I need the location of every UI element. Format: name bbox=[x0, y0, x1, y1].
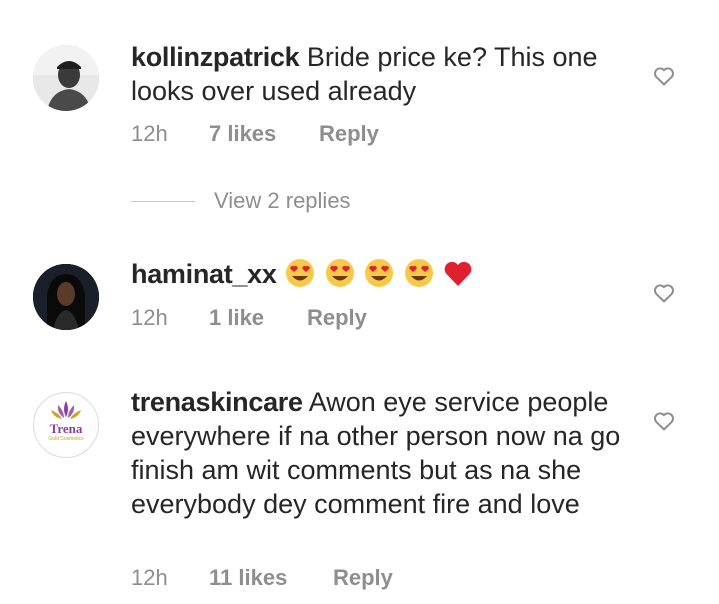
comment-emoji bbox=[284, 259, 474, 289]
replies-divider bbox=[131, 201, 195, 202]
comment-likes[interactable]: 11 likes bbox=[209, 565, 287, 591]
comment-time: 12h bbox=[131, 121, 168, 146]
comment-username[interactable]: kollinzpatrick bbox=[131, 42, 300, 72]
like-heart-icon[interactable] bbox=[652, 409, 676, 433]
like-heart-icon[interactable] bbox=[652, 64, 676, 88]
avatar[interactable] bbox=[33, 45, 99, 111]
comment-username[interactable]: haminat_xx bbox=[131, 259, 277, 289]
smiling-face-with-heart-eyes-icon bbox=[286, 259, 315, 287]
view-replies-button[interactable]: View 2 replies bbox=[214, 188, 351, 214]
smiling-face-with-heart-eyes-icon bbox=[325, 259, 354, 287]
comment-time: 12h bbox=[131, 305, 168, 330]
smiling-face-with-heart-eyes-icon bbox=[365, 259, 394, 287]
comment-likes[interactable]: 1 like bbox=[209, 305, 264, 331]
logo-text: Trena bbox=[50, 421, 83, 436]
logo-subtext: Gold Cosmetics bbox=[48, 436, 84, 442]
brand-logo: Trena Gold Cosmetics bbox=[48, 401, 84, 442]
reply-button[interactable]: Reply bbox=[333, 565, 393, 591]
comment-time: 12h bbox=[131, 565, 168, 590]
like-heart-icon[interactable] bbox=[652, 281, 676, 305]
avatar[interactable]: Trena Gold Cosmetics bbox=[33, 392, 99, 458]
view-replies-row[interactable]: View 2 replies bbox=[131, 188, 531, 218]
avatar-photo bbox=[33, 264, 99, 330]
comment-body: trenaskincare Awon eye service people ev… bbox=[131, 385, 631, 521]
smiling-face-with-heart-eyes-icon bbox=[404, 259, 433, 287]
comment-likes[interactable]: 7 likes bbox=[209, 121, 276, 147]
reply-button[interactable]: Reply bbox=[307, 305, 367, 331]
comment-body: haminat_xx bbox=[131, 257, 631, 291]
avatar-photo bbox=[33, 45, 99, 111]
comment-body: kollinzpatrick Bride price ke? This one … bbox=[131, 40, 631, 108]
comment-username[interactable]: trenaskincare bbox=[131, 387, 303, 417]
reply-button[interactable]: Reply bbox=[319, 121, 379, 147]
red-heart-icon bbox=[444, 261, 472, 286]
avatar[interactable] bbox=[33, 264, 99, 330]
